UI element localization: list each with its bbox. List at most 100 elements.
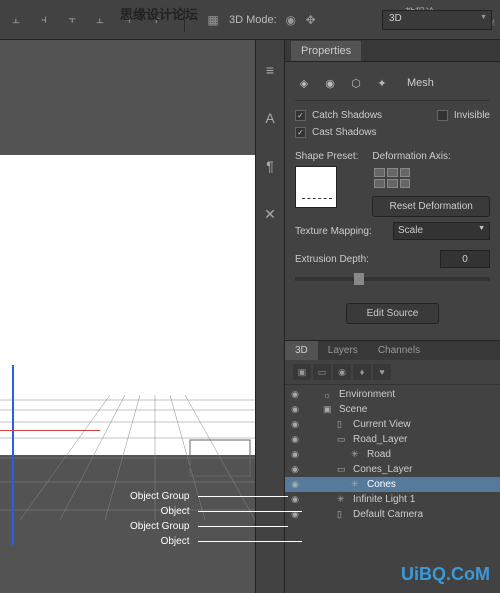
annotation-arrow [198, 496, 288, 497]
invisible-label: Invisible [454, 110, 490, 121]
annotation-arrow [198, 511, 302, 512]
canvas[interactable]: Object Group Object Object Group Object [0, 40, 255, 593]
history-icon[interactable]: ≡ [260, 60, 280, 80]
visibility-icon[interactable]: ◉ [289, 494, 301, 505]
item-type-icon: ✳ [337, 494, 349, 505]
tree-item-label: Infinite Light 1 [353, 494, 415, 505]
tree-row[interactable]: ◉ ▭ Road_Layer [285, 432, 500, 447]
item-type-icon: ✳ [351, 479, 363, 490]
distribute-icon[interactable]: ⫠ [92, 12, 108, 28]
right-panels: Properties ◈ ◉ ⬡ ✦ Mesh ✓ Catch Shadows … [285, 40, 500, 593]
item-type-icon: ▭ [337, 434, 349, 445]
catch-shadows-checkbox[interactable]: ✓ [295, 110, 306, 121]
tree-item-label: Road [367, 449, 391, 460]
tree-row[interactable]: ◉ ✳ Cones [285, 477, 500, 492]
tree-item-label: Current View [353, 419, 411, 430]
cast-shadows-checkbox[interactable]: ✓ [295, 127, 306, 138]
visibility-icon[interactable]: ◉ [289, 404, 301, 415]
paragraph-icon[interactable]: ¶ [260, 156, 280, 176]
tree-item-label: Road_Layer [353, 434, 407, 445]
x-axis [0, 430, 100, 431]
filter-light-icon[interactable]: ♦ [353, 364, 371, 380]
annotation-label: Object Group [130, 519, 189, 534]
scene-tree: ◉ ☼ Environment ◉ ▣ Scene ◉ ▯ Current View ◉ ▭ Road… [285, 385, 500, 524]
shape-preset-picker[interactable] [295, 166, 337, 208]
item-type-icon: ▯ [337, 419, 349, 430]
item-type-icon: ☼ [323, 390, 335, 400]
texture-mapping-select[interactable]: Scale ▼ [393, 222, 490, 240]
visibility-icon[interactable]: ◉ [289, 419, 301, 430]
tree-item-label: Scene [339, 404, 367, 415]
shape-preset-label: Shape Preset: [295, 145, 358, 166]
grid-icon[interactable]: ▦ [205, 12, 221, 28]
mesh-label: Mesh [407, 77, 434, 89]
annotation-arrow [198, 526, 288, 527]
tab-layers[interactable]: Layers [318, 341, 368, 360]
visibility-icon[interactable]: ◉ [289, 449, 301, 460]
filter-bar: ▣ ▭ ◉ ♦ ♥ [285, 360, 500, 385]
deform-icon[interactable]: ◉ [321, 74, 339, 92]
align-icon[interactable]: ⫠ [8, 12, 24, 28]
tree-row[interactable]: ◉ ▯ Current View [285, 417, 500, 432]
y-axis [12, 365, 14, 545]
watermark-bottom: UiBQ.CoM [401, 564, 490, 585]
edit-source-button[interactable]: Edit Source [346, 303, 440, 324]
invisible-checkbox[interactable] [437, 110, 448, 121]
extrusion-depth-label: Extrusion Depth: [295, 254, 385, 265]
tab-channels[interactable]: Channels [368, 341, 430, 360]
tree-item-label: Cones [367, 479, 396, 490]
annotation-labels: Object Group Object Object Group Object [130, 489, 189, 549]
tree-item-label: Environment [339, 389, 395, 400]
mode-dropdown[interactable]: 3D [382, 10, 492, 30]
tab-3d[interactable]: 3D [285, 341, 318, 360]
tree-row[interactable]: ◉▯Default Camera [285, 507, 500, 522]
annotation-label: Object [130, 504, 189, 519]
align-icon[interactable]: ⫞ [36, 12, 52, 28]
tree-item-label: Cones_Layer [353, 464, 412, 475]
filter-all-icon[interactable]: ▣ [293, 364, 311, 380]
filter-material-icon[interactable]: ◉ [333, 364, 351, 380]
tree-row[interactable]: ◉ ✳ Road [285, 447, 500, 462]
annotation-arrow [198, 541, 302, 542]
filter-lightbulb-icon[interactable]: ♥ [373, 364, 391, 380]
property-type-icons: ◈ ◉ ⬡ ✦ Mesh [295, 70, 490, 96]
item-type-icon: ✳ [351, 449, 363, 460]
annotation-label: Object Group [130, 489, 189, 504]
ground-plane [0, 380, 255, 520]
filter-mesh-icon[interactable]: ▭ [313, 364, 331, 380]
visibility-icon[interactable]: ◉ [289, 389, 301, 400]
tool-icon[interactable]: ✕ [260, 204, 280, 224]
properties-header: Properties [285, 40, 500, 62]
3d-panel: 3D Layers Channels ▣ ▭ ◉ ♦ ♥ ◉ ☼ Environme… [285, 340, 500, 524]
pan-icon[interactable]: ✥ [303, 12, 319, 28]
deformation-axis-grid[interactable] [372, 166, 412, 190]
reset-deformation-button[interactable]: Reset Deformation [372, 196, 490, 217]
catch-shadows-label: Catch Shadows [312, 110, 382, 121]
tree-row[interactable]: ◉ ☼ Environment [285, 387, 500, 402]
item-type-icon: ▣ [323, 404, 335, 415]
item-type-icon: ▭ [337, 464, 349, 475]
type-icon[interactable]: A [260, 108, 280, 128]
orbit-icon[interactable]: ◉ [283, 12, 299, 28]
properties-tab[interactable]: Properties [291, 41, 361, 61]
cast-shadows-label: Cast Shadows [312, 127, 376, 138]
visibility-icon[interactable]: ◉ [289, 434, 301, 445]
cap-icon[interactable]: ⬡ [347, 74, 365, 92]
annotation-label: Object [130, 534, 189, 549]
tree-item-label: Default Camera [353, 509, 423, 520]
tree-row[interactable]: ◉ ▣ Scene [285, 402, 500, 417]
extrusion-depth-input[interactable] [440, 250, 490, 268]
texture-mapping-label: Texture Mapping: [295, 226, 385, 237]
coords-icon[interactable]: ✦ [373, 74, 391, 92]
watermark: 思缘设计论坛 [120, 4, 198, 23]
extrusion-slider[interactable] [295, 277, 490, 281]
item-type-icon: ▯ [337, 509, 349, 520]
deformation-axis-label: Deformation Axis: [372, 145, 490, 166]
tree-row[interactable]: ◉ ▭ Cones_Layer [285, 462, 500, 477]
align-icon[interactable]: ⫟ [64, 12, 80, 28]
visibility-icon[interactable]: ◉ [289, 479, 301, 490]
mesh-icon[interactable]: ◈ [295, 74, 313, 92]
mode-label: 3D Mode: [229, 14, 277, 26]
visibility-icon[interactable]: ◉ [289, 464, 301, 475]
tree-row[interactable]: ◉ ✳ Infinite Light 1 [285, 492, 500, 507]
